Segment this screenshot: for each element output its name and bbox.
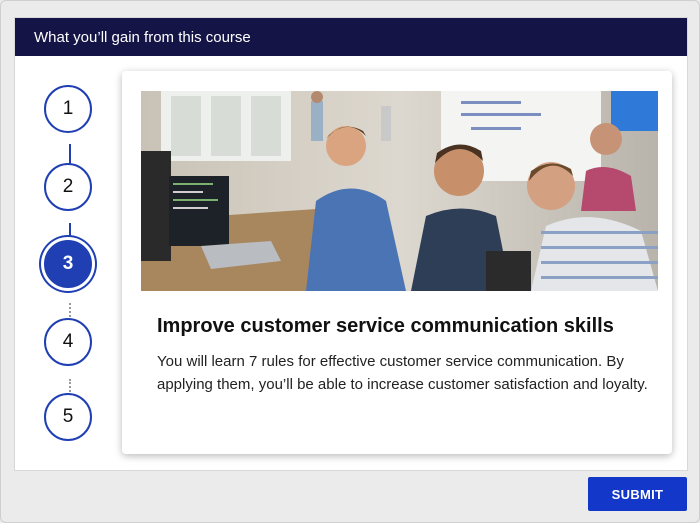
office-team-photo <box>141 91 658 291</box>
content-card: Improve customer service communication s… <box>122 71 672 454</box>
step-1-button[interactable]: 1 <box>44 85 92 133</box>
page-title: What you’ll gain from this course <box>34 29 251 46</box>
submit-button[interactable]: SUBMIT <box>588 477 687 511</box>
step-3-button[interactable]: 3 <box>44 240 92 288</box>
header-bar: What you’ll gain from this course <box>15 18 687 56</box>
card-title: Improve customer service communication s… <box>157 315 614 337</box>
step-4-button[interactable]: 4 <box>44 318 92 366</box>
step-navigator: 1 2 3 4 5 <box>15 56 125 470</box>
content-panel: What you’ll gain from this course 1 2 3 … <box>14 17 688 471</box>
course-slide: What you’ll gain from this course 1 2 3 … <box>0 0 700 523</box>
card-description: You will learn 7 rules for effective cus… <box>157 353 648 393</box>
step-5-button[interactable]: 5 <box>44 393 92 441</box>
step-2-button[interactable]: 2 <box>44 163 92 211</box>
